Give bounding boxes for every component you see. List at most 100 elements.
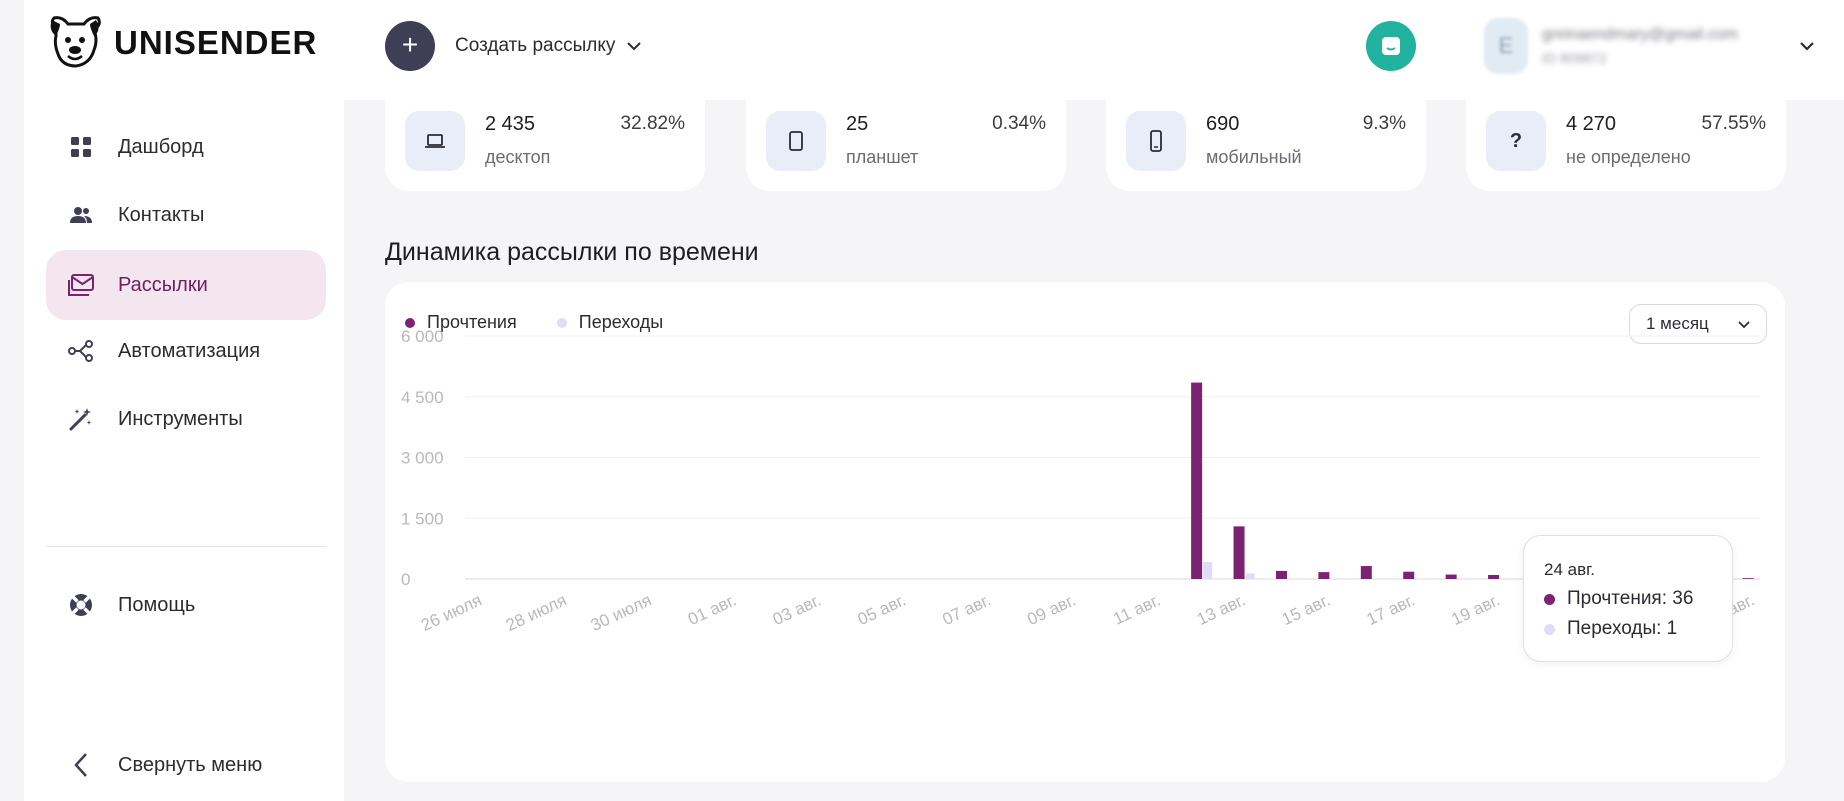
tooltip-clicks-value: Переходы: 1 xyxy=(1567,618,1678,639)
question-icon: ? xyxy=(1486,111,1546,171)
chevron-down-icon xyxy=(627,42,642,51)
chat-icon xyxy=(1382,37,1400,55)
x-tick-label: 07 авг. xyxy=(939,590,993,629)
sidebar-item-label: Помощь xyxy=(118,593,196,616)
sidebar-item-dashboard[interactable]: Дашборд xyxy=(46,112,326,182)
y-tick-label: 4 500 xyxy=(401,388,444,407)
device-label: десктоп xyxy=(485,147,551,167)
device-percent: 0.34% xyxy=(992,113,1046,134)
device-label: не определено xyxy=(1566,147,1691,167)
logo-text: UNISENDER xyxy=(114,24,318,61)
tooltip-dot-clicks xyxy=(1544,623,1555,635)
sidebar-item-help[interactable]: Помощь xyxy=(46,570,326,640)
question-glyph: ? xyxy=(1509,129,1523,152)
x-tick-label: 28 июля xyxy=(503,590,570,635)
bar-reads xyxy=(1403,571,1415,579)
device-card-desktop: 2 435 32.82% десктоп xyxy=(385,95,705,191)
sidebar-item-label: Контакты xyxy=(118,203,205,226)
chevron-left-icon xyxy=(68,752,94,778)
x-tick-label: 17 авг. xyxy=(1364,590,1418,629)
sidebar: Дашборд Контакты Рассылки Автоматизация … xyxy=(24,100,344,801)
users-icon xyxy=(68,202,94,228)
section-title: Динамика рассылки по времени xyxy=(385,238,759,266)
x-tick-label: 05 авг. xyxy=(855,590,909,629)
y-tick-label: 6 000 xyxy=(401,327,444,346)
sidebar-item-label: Рассылки xyxy=(118,273,208,296)
tooltip-row-reads: Прочтения: 36 xyxy=(1544,588,1712,610)
device-card-mobile: 690 9.3% мобильный xyxy=(1106,95,1426,191)
avatar: E xyxy=(1484,18,1528,74)
tooltip-reads-value: Прочтения: 36 xyxy=(1567,588,1694,609)
bar-clicks xyxy=(1245,573,1255,579)
x-tick-label: 19 авг. xyxy=(1449,590,1503,629)
device-label: мобильный xyxy=(1206,147,1302,167)
tooltip-row-clicks: Переходы: 1 xyxy=(1544,618,1712,640)
bar-reads xyxy=(1488,574,1500,579)
bar-clicks xyxy=(1203,561,1213,579)
device-count: 690 xyxy=(1206,113,1240,135)
logo[interactable]: UNISENDER xyxy=(46,14,317,72)
device-card-unknown: ? 4 270 57.55% не определено xyxy=(1466,95,1786,191)
bar-clicks xyxy=(1372,578,1382,579)
mail-icon xyxy=(68,272,94,298)
x-tick-label: 15 авг. xyxy=(1279,590,1333,629)
top-header: UNISENDER + Создать рассылку E greinaend… xyxy=(24,0,1844,100)
bar-reads xyxy=(1742,578,1754,579)
tooltip-date: 24 авг. xyxy=(1544,560,1595,579)
create-campaign-label: Создать рассылку xyxy=(455,35,616,56)
bar-reads xyxy=(1318,572,1330,579)
device-count: 25 xyxy=(846,113,869,135)
account-email: greinaendmary@gmail.com xyxy=(1542,26,1738,43)
chat-button[interactable] xyxy=(1366,21,1416,71)
sidebar-divider xyxy=(46,546,326,547)
x-tick-label: 09 авг. xyxy=(1024,590,1078,629)
x-tick-label: 13 авг. xyxy=(1194,590,1248,629)
sidebar-item-tools[interactable]: Инструменты xyxy=(46,384,326,454)
sidebar-item-contacts[interactable]: Контакты xyxy=(46,180,326,250)
x-tick-label: 26 июля xyxy=(418,590,485,635)
lifebuoy-icon xyxy=(68,592,94,618)
y-tick-label: 0 xyxy=(401,570,410,589)
sidebar-item-label: Инструменты xyxy=(118,407,243,430)
y-tick-label: 3 000 xyxy=(401,449,444,468)
x-tick-label: 11 авг. xyxy=(1110,590,1163,628)
sidebar-item-label: Дашборд xyxy=(118,135,204,158)
device-card-tablet: 25 0.34% планшет xyxy=(746,95,1066,191)
timeline-chart: 0 1 500 3 000 4 500 6 000 26 июля 28 июля 30 ию… xyxy=(401,327,1764,635)
magic-wand-icon xyxy=(68,406,94,432)
sidebar-item-campaigns[interactable]: Рассылки xyxy=(46,250,326,320)
share-nodes-icon xyxy=(68,338,94,364)
grid-icon xyxy=(68,134,94,160)
bar-reads xyxy=(1360,566,1372,579)
account-menu[interactable]: E greinaendmary@gmail.com ID 809872 xyxy=(1484,18,1817,74)
y-tick-label: 1 500 xyxy=(401,509,444,528)
create-campaign-button[interactable]: + Создать рассылку xyxy=(385,21,643,71)
device-percent: 9.3% xyxy=(1362,113,1406,134)
chart-panel: Прочтения Переходы 1 месяц 01 500 3 000 4 … xyxy=(385,282,1785,782)
bar-reads xyxy=(1233,526,1245,579)
dog-logo-icon xyxy=(50,16,101,68)
bar-reads xyxy=(1191,382,1203,579)
phone-icon xyxy=(1126,111,1186,171)
x-tick-label: 01 авг. xyxy=(685,590,739,629)
device-count: 2 435 xyxy=(485,113,536,135)
bar-reads xyxy=(1275,570,1287,579)
collapse-menu-label: Свернуть меню xyxy=(118,753,263,776)
x-tick-label: 03 авг. xyxy=(770,590,824,629)
account-info: greinaendmary@gmail.com ID 809872 xyxy=(1542,26,1777,66)
chevron-down-icon xyxy=(1800,42,1814,51)
x-tick-label: 30 июля xyxy=(588,590,655,635)
collapse-menu-button[interactable]: Свернуть меню xyxy=(46,730,326,800)
device-count: 4 270 xyxy=(1566,113,1617,135)
plus-icon: + xyxy=(385,21,435,71)
laptop-icon xyxy=(405,111,465,171)
device-percent: 32.82% xyxy=(620,113,685,134)
tooltip-dot-reads xyxy=(1544,593,1555,605)
device-label: планшет xyxy=(846,147,919,167)
bar-reads xyxy=(1445,574,1457,579)
account-id: ID 809872 xyxy=(1542,50,1607,66)
tablet-icon xyxy=(766,111,826,171)
sidebar-item-automation[interactable]: Автоматизация xyxy=(46,316,326,386)
chart-tooltip: 24 авг. Прочтения: 36 Переходы: 1 xyxy=(1523,535,1733,662)
device-percent: 57.55% xyxy=(1701,113,1766,134)
